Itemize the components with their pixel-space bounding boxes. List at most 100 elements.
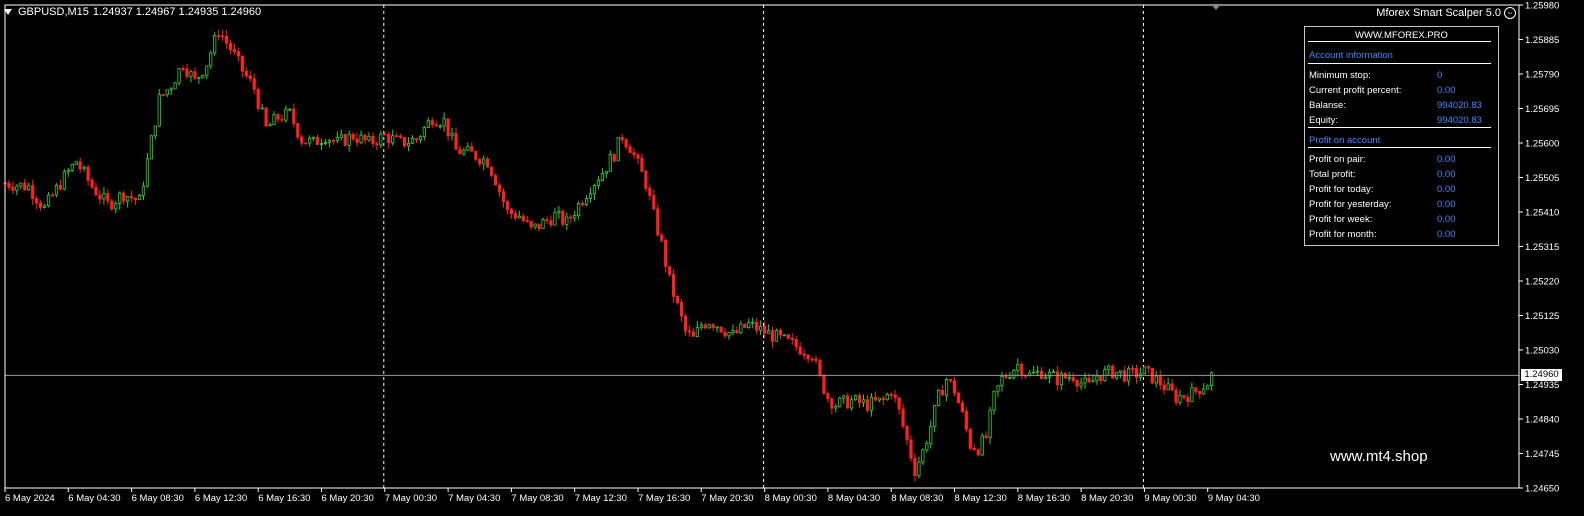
bull-candle-body — [466, 146, 470, 151]
time-tick-label: 7 May 00:30 — [385, 493, 437, 504]
bull-candle-body — [426, 120, 430, 128]
bear-candle-body — [94, 186, 98, 196]
bull-candle-body — [604, 170, 608, 174]
bear-candle-body — [244, 70, 248, 77]
bear-candle-body — [280, 118, 284, 121]
bear-candle-body — [1174, 389, 1178, 403]
balance-label: Balanse: — [1309, 100, 1346, 111]
bull-candle-body — [707, 324, 711, 329]
profit-month-label: Profit for month: — [1309, 229, 1377, 240]
bull-candle-body — [165, 89, 169, 96]
bull-candle-body — [418, 136, 423, 141]
bear-candle-body — [794, 339, 798, 348]
bear-candle-body — [23, 182, 27, 191]
bear-candle-body — [830, 398, 834, 409]
bear-candle-body — [648, 187, 652, 196]
time-tick-label: 8 May 04:30 — [828, 493, 880, 504]
bull-candle-body — [937, 389, 941, 406]
bear-candle-body — [129, 196, 134, 199]
bull-candle-body — [1008, 377, 1012, 379]
price-tick-label: 1.25410 — [1525, 208, 1559, 219]
bull-candle-body — [1032, 371, 1036, 374]
bear-candle-body — [252, 78, 256, 90]
bull-candle-body — [838, 397, 842, 407]
bull-candle-body — [201, 74, 205, 78]
bear-candle-body — [873, 396, 877, 401]
bear-candle-body — [399, 135, 403, 138]
bear-candle-body — [1123, 370, 1127, 382]
bull-candle-body — [842, 395, 846, 399]
bear-candle-body — [660, 234, 664, 241]
smiley-icon[interactable]: ⌣ — [1504, 7, 1516, 19]
bull-candle-body — [1067, 377, 1071, 379]
bear-candle-body — [723, 331, 727, 337]
bear-candle-body — [181, 68, 185, 70]
bear-candle-body — [636, 154, 640, 159]
dropdown-triangle-icon[interactable] — [4, 9, 12, 15]
bull-candle-body — [925, 443, 929, 451]
time-tick-label: 8 May 08:30 — [891, 493, 943, 504]
time-tick-label: 6 May 08:30 — [132, 493, 184, 504]
account-section-title: Account information — [1309, 50, 1393, 61]
price-tick-label: 1.25125 — [1525, 311, 1559, 322]
current-profit-percent-value: 0.00 — [1437, 85, 1456, 96]
bear-candle-body — [185, 68, 189, 77]
bear-candle-body — [525, 220, 529, 222]
bull-candle-body — [584, 198, 589, 206]
bull-candle-body — [782, 334, 786, 337]
bear-candle-body — [110, 200, 114, 210]
bull-candle-body — [557, 210, 561, 214]
bull-candle-body — [1091, 380, 1095, 383]
profit-yesterday-value: 0.00 — [1437, 199, 1456, 210]
bull-candle-body — [1107, 365, 1111, 371]
bear-candle-body — [798, 346, 802, 355]
bull-candle-body — [141, 185, 146, 196]
bear-candle-body — [1194, 387, 1198, 392]
bear-candle-body — [881, 397, 885, 401]
time-tick-label: 6 May 16:30 — [258, 493, 310, 504]
bear-candle-body — [952, 380, 957, 394]
bull-candle-body — [339, 134, 343, 138]
profit-yesterday-label: Profit for yesterday: — [1309, 199, 1392, 210]
bear-candle-body — [770, 330, 775, 342]
bull-candle-body — [114, 203, 118, 210]
bear-candle-body — [632, 152, 636, 156]
bull-candle-body — [1012, 369, 1016, 378]
chart-shift-marker-icon[interactable] — [1211, 4, 1221, 10]
price-tick-label: 1.25695 — [1525, 104, 1559, 115]
ea-name-text: Mforex Smart Scalper 5.0 — [1376, 7, 1501, 19]
price-axis[interactable]: 1.25980 1.25885 1.25790 1.25695 1.25600 1.255… — [1519, 1, 1559, 495]
bull-candle-body — [335, 136, 339, 142]
bull-candle-body — [751, 321, 755, 324]
bear-candle-body — [240, 55, 244, 72]
bull-candle-body — [19, 182, 23, 187]
bull-candle-body — [153, 125, 157, 137]
bear-candle-body — [383, 133, 387, 136]
bear-candle-body — [810, 358, 814, 361]
symbol-header[interactable]: GBPUSD,M15 1.24937 1.24967 1.24935 1.249… — [4, 6, 261, 18]
bull-candle-body — [1051, 371, 1056, 374]
expert-advisor-label[interactable]: Mforex Smart Scalper 5.0 ⌣ — [1376, 7, 1516, 19]
bull-candle-body — [442, 118, 446, 127]
bear-candle-body — [133, 197, 138, 201]
bull-candle-body — [118, 192, 122, 204]
bear-candle-body — [58, 184, 62, 190]
bear-candle-body — [664, 239, 668, 267]
bull-candle-body — [359, 134, 363, 143]
bull-candle-body — [189, 71, 193, 77]
bull-candle-body — [1043, 376, 1048, 380]
bear-candle-body — [976, 449, 980, 456]
bear-candle-body — [581, 203, 585, 206]
bear-candle-body — [351, 133, 355, 140]
time-tick-label: 7 May 12:30 — [575, 493, 627, 504]
bear-candle-body — [296, 123, 300, 138]
bear-candle-body — [620, 137, 624, 141]
bear-candle-body — [675, 296, 680, 304]
bull-candle-body — [367, 135, 371, 141]
bull-candle-body — [929, 426, 933, 445]
bull-candle-body — [850, 399, 854, 409]
balance-value: 994020.83 — [1437, 100, 1482, 111]
bear-candle-body — [889, 393, 893, 396]
bull-candle-body — [715, 326, 719, 329]
bull-candle-body — [1142, 366, 1146, 375]
